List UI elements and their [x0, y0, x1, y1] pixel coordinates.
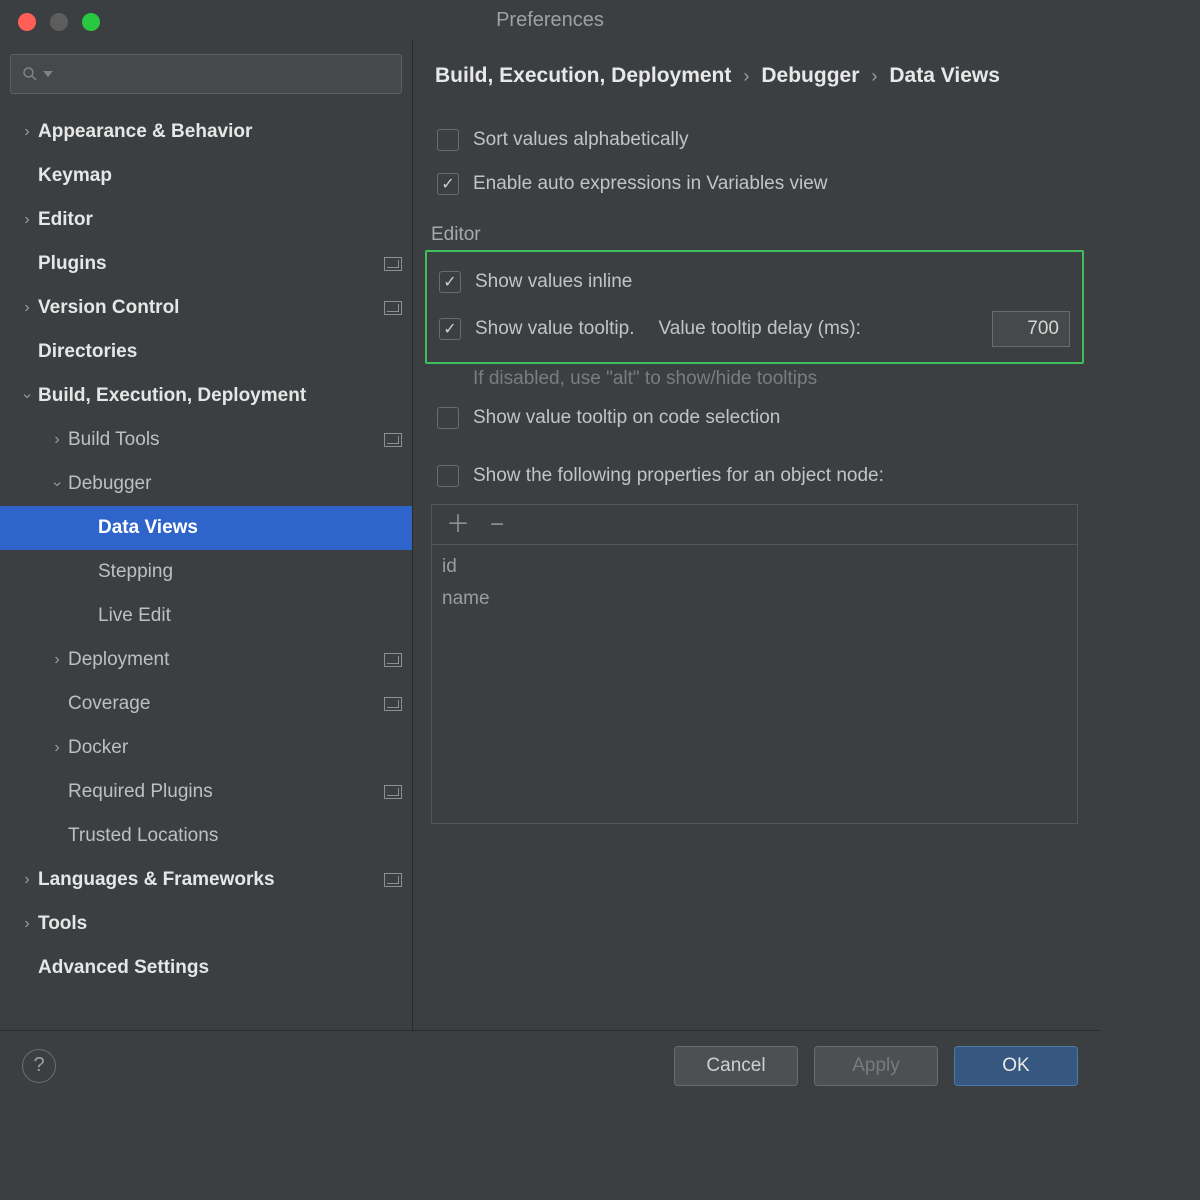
sidebar-item-coverage[interactable]: Coverage	[0, 682, 412, 726]
tooltip-hint-text: If disabled, use "alt" to show/hide tool…	[431, 368, 1078, 390]
highlight-annotation: Show values inline Show value tooltip. V…	[425, 250, 1084, 364]
checkbox-unchecked-icon[interactable]	[437, 465, 459, 487]
object-properties-list[interactable]: id name	[432, 545, 1077, 622]
sidebar-item-directories[interactable]: Directories	[0, 330, 412, 374]
close-window-icon[interactable]	[18, 13, 36, 31]
titlebar: Preferences	[0, 0, 1100, 40]
chevron-down-icon	[43, 69, 53, 79]
sidebar-item-appearance-behavior[interactable]: ›Appearance & Behavior	[0, 110, 412, 154]
search-input[interactable]	[10, 54, 402, 94]
chevron-right-icon: ›	[743, 66, 749, 87]
option-show-value-tooltip[interactable]: Show value tooltip. Value tooltip delay …	[433, 304, 1076, 354]
sidebar-item-debugger[interactable]: ›Debugger	[0, 462, 412, 506]
project-marker-icon	[384, 653, 402, 667]
remove-icon[interactable]: −	[490, 513, 504, 537]
sidebar-item-advanced-settings[interactable]: Advanced Settings	[0, 946, 412, 990]
chevron-down-icon: ›	[48, 473, 66, 495]
help-button[interactable]: ?	[22, 1049, 56, 1083]
list-item[interactable]: id	[442, 551, 1067, 583]
maximize-window-icon[interactable]	[82, 13, 100, 31]
list-item[interactable]: name	[442, 583, 1067, 615]
add-icon[interactable]: ＋	[446, 513, 470, 537]
ok-button[interactable]: OK	[954, 1046, 1078, 1086]
chevron-right-icon: ›	[46, 651, 68, 669]
option-sort-alphabetically[interactable]: Sort values alphabetically	[431, 118, 1078, 162]
object-properties-box: ＋ − id name	[431, 504, 1078, 824]
window-title: Preferences	[0, 9, 1100, 32]
sidebar-item-languages-frameworks[interactable]: ›Languages & Frameworks	[0, 858, 412, 902]
object-properties-toolbar: ＋ −	[432, 505, 1077, 545]
sidebar-item-docker[interactable]: ›Docker	[0, 726, 412, 770]
chevron-right-icon: ›	[16, 211, 38, 229]
cancel-button[interactable]: Cancel	[674, 1046, 798, 1086]
sidebar-item-trusted-locations[interactable]: Trusted Locations	[0, 814, 412, 858]
sidebar-item-build-tools[interactable]: ›Build Tools	[0, 418, 412, 462]
checkbox-unchecked-icon[interactable]	[437, 407, 459, 429]
sidebar: ›Appearance & Behavior Keymap ›Editor Pl…	[0, 40, 413, 1030]
option-show-following-properties[interactable]: Show the following properties for an obj…	[431, 454, 1078, 498]
project-marker-icon	[384, 873, 402, 887]
sidebar-item-keymap[interactable]: Keymap	[0, 154, 412, 198]
chevron-right-icon: ›	[46, 431, 68, 449]
option-tooltip-on-selection[interactable]: Show value tooltip on code selection	[431, 396, 1078, 440]
breadcrumb-segment[interactable]: Data Views	[889, 64, 1000, 88]
breadcrumb: Build, Execution, Deployment › Debugger …	[435, 64, 1078, 88]
sidebar-item-required-plugins[interactable]: Required Plugins	[0, 770, 412, 814]
settings-tree: ›Appearance & Behavior Keymap ›Editor Pl…	[0, 108, 412, 990]
chevron-right-icon: ›	[16, 123, 38, 141]
breadcrumb-segment[interactable]: Build, Execution, Deployment	[435, 64, 731, 88]
checkbox-checked-icon[interactable]	[437, 173, 459, 195]
option-show-values-inline[interactable]: Show values inline	[433, 260, 1076, 304]
window-controls	[18, 13, 100, 31]
chevron-down-icon: ›	[18, 385, 36, 407]
project-marker-icon	[384, 697, 402, 711]
sidebar-item-data-views[interactable]: Data Views	[0, 506, 412, 550]
search-icon	[21, 65, 39, 83]
sidebar-item-live-edit[interactable]: Live Edit	[0, 594, 412, 638]
chevron-right-icon: ›	[16, 915, 38, 933]
breadcrumb-segment[interactable]: Debugger	[761, 64, 859, 88]
project-marker-icon	[384, 257, 402, 271]
chevron-right-icon: ›	[46, 739, 68, 757]
tooltip-delay-input[interactable]	[992, 311, 1070, 347]
sidebar-item-build-execution-deployment[interactable]: ›Build, Execution, Deployment	[0, 374, 412, 418]
checkbox-unchecked-icon[interactable]	[437, 129, 459, 151]
option-auto-expressions[interactable]: Enable auto expressions in Variables vie…	[431, 162, 1078, 206]
minimize-window-icon[interactable]	[50, 13, 68, 31]
sidebar-item-stepping[interactable]: Stepping	[0, 550, 412, 594]
sidebar-item-deployment[interactable]: ›Deployment	[0, 638, 412, 682]
sidebar-item-plugins[interactable]: Plugins	[0, 242, 412, 286]
project-marker-icon	[384, 433, 402, 447]
tooltip-delay-label: Value tooltip delay (ms):	[659, 318, 861, 340]
apply-button[interactable]: Apply	[814, 1046, 938, 1086]
checkbox-checked-icon[interactable]	[439, 271, 461, 293]
chevron-right-icon: ›	[871, 66, 877, 87]
section-header-editor: Editor	[431, 224, 1078, 246]
project-marker-icon	[384, 301, 402, 315]
settings-content: Build, Execution, Deployment › Debugger …	[413, 40, 1100, 1030]
checkbox-checked-icon[interactable]	[439, 318, 461, 340]
sidebar-item-tools[interactable]: ›Tools	[0, 902, 412, 946]
sidebar-item-editor[interactable]: ›Editor	[0, 198, 412, 242]
chevron-right-icon: ›	[16, 871, 38, 889]
dialog-footer: ? Cancel Apply OK	[0, 1030, 1100, 1100]
project-marker-icon	[384, 785, 402, 799]
chevron-right-icon: ›	[16, 299, 38, 317]
sidebar-item-version-control[interactable]: ›Version Control	[0, 286, 412, 330]
